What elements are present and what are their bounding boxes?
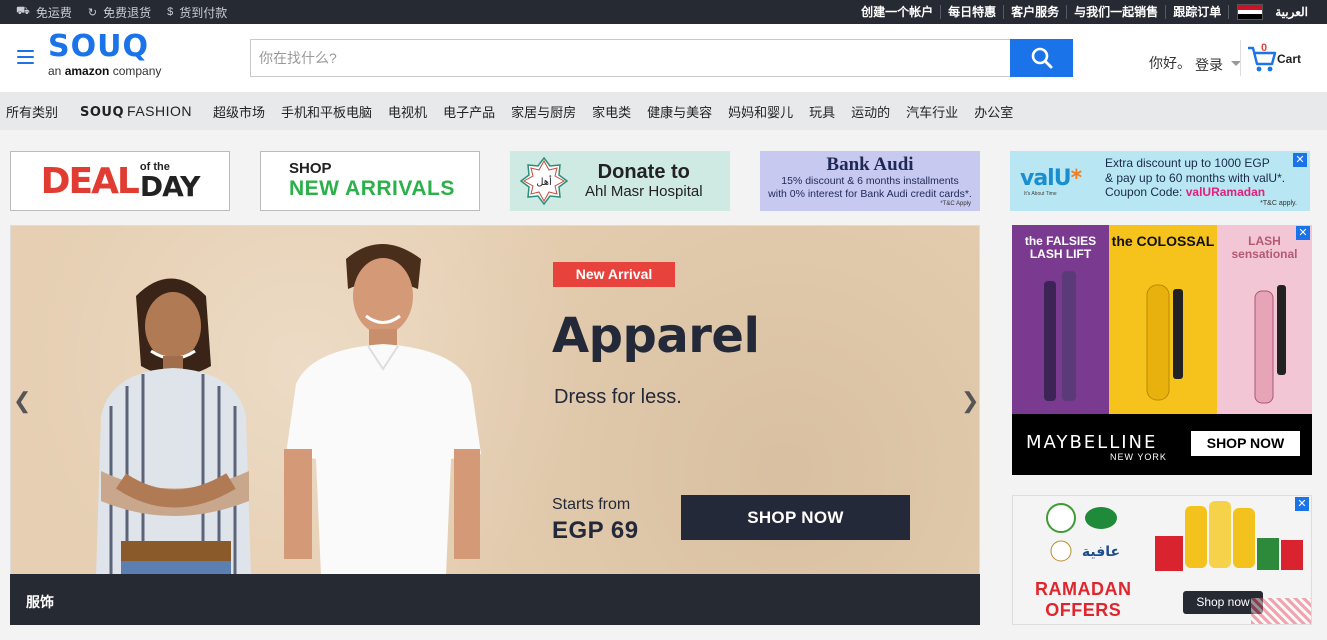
nav-item[interactable]: 电视机 <box>380 102 435 121</box>
nav-item[interactable]: 超级市场 <box>205 102 273 121</box>
ad-product-falsies: the FALSIES LASH LIFT <box>1012 225 1109 414</box>
cart-count: 0 <box>1261 42 1268 54</box>
ramadan-offers-ad[interactable]: عافية RAMADAN OFFERS Shop now ✕ <box>1012 495 1312 625</box>
hero-subtitle: Dress for less. <box>554 386 682 408</box>
close-icon[interactable]: ✕ <box>1296 226 1310 240</box>
svg-text:عافية: عافية <box>1082 544 1120 560</box>
deal-of-the-day-banner[interactable]: DEAL of the DAY <box>10 151 230 211</box>
nav-item[interactable]: 汽车行业 <box>898 102 966 121</box>
login-link[interactable]: 登录 <box>1195 55 1223 75</box>
valu-banner[interactable]: valU* It's About Time Extra discount up … <box>1010 151 1310 211</box>
nav-item[interactable]: 运动的 <box>843 102 898 121</box>
category-nav: 所有类别 SOUQ FASHION 超级市场 手机和平板电脑 电视机 电子产品 家… <box>0 92 1327 130</box>
donate-banner[interactable]: أهل Donate to Ahl Masr Hospital <box>510 151 730 211</box>
valu-logo: valU* <box>1020 166 1082 191</box>
nav-item[interactable]: 玩具 <box>801 102 843 121</box>
cart-label: Cart <box>1277 52 1302 66</box>
top-links: 创建一个帐户 每日特惠 客户服务 与我们一起销售 跟踪订单 العربية <box>854 0 1315 24</box>
search-bar <box>250 39 1073 77</box>
nav-item[interactable]: 手机和平板电脑 <box>273 102 380 121</box>
maybelline-ad[interactable]: the FALSIES LASH LIFT the COLOSSAL LASH … <box>1012 225 1312 475</box>
search-input[interactable] <box>250 39 1010 77</box>
model-man-image <box>284 244 481 574</box>
logo-tagline: an amazon company <box>48 64 162 78</box>
dollar-icon: $ <box>167 6 174 18</box>
hospital-emblem-icon: أهل <box>519 156 569 206</box>
search-icon <box>1031 47 1052 69</box>
truck-icon: ⛟ <box>16 5 30 17</box>
refresh-icon: ↻ <box>87 6 98 19</box>
greeting: 你好。 <box>1149 55 1191 71</box>
souq-logo[interactable]: SOUQ an amazon company <box>48 32 168 82</box>
svg-text:أهل: أهل <box>536 175 552 188</box>
hero-carousel[interactable]: ❮ ❯ New Arrival Apparel Dress for less. … <box>10 225 980 575</box>
egypt-flag-icon[interactable] <box>1237 4 1264 20</box>
track-order-link[interactable]: 跟踪订单 <box>1166 5 1230 19</box>
menu-icon[interactable] <box>17 50 34 64</box>
ad-product-lash-sensational: LASH sensational <box>1217 225 1312 414</box>
benefit-free-shipping[interactable]: ⛟ 免运费 <box>16 4 72 21</box>
cart-button[interactable]: 0 Cart <box>1247 42 1322 74</box>
customer-service-link[interactable]: 客户服务 <box>1004 5 1068 19</box>
nav-item[interactable]: 家电类 <box>584 102 639 121</box>
benefit-free-returns[interactable]: ↻ 免费退货 <box>88 4 151 21</box>
chevron-right-icon[interactable]: ❯ <box>961 388 979 414</box>
ad-shop-now-button[interactable]: SHOP NOW <box>1191 431 1300 456</box>
site-header: SOUQ an amazon company 你好。 登录 0 Cart <box>0 24 1327 92</box>
model-woman-image <box>96 278 251 574</box>
shop-now-button[interactable]: SHOP NOW <box>681 495 910 540</box>
top-benefits: ⛟ 免运费 ↻ 免费退货 $ 货到付款 <box>16 0 227 24</box>
new-arrivals-banner[interactable]: SHOP NEW ARRIVALS <box>260 151 480 211</box>
top-bar: ⛟ 免运费 ↻ 免费退货 $ 货到付款 创建一个帐户 每日特惠 客户服务 与我们一起销… <box>0 0 1327 24</box>
nav-item[interactable]: 妈妈和婴儿 <box>720 102 801 121</box>
daily-deals-link[interactable]: 每日特惠 <box>941 5 1005 19</box>
ad-product-colossal: the COLOSSAL <box>1109 225 1217 414</box>
language-switch[interactable]: العربية <box>1271 5 1315 19</box>
sell-with-us-link[interactable]: 与我们一起销售 <box>1067 5 1167 19</box>
nav-item[interactable]: 办公室 <box>966 102 1021 121</box>
close-icon[interactable]: ✕ <box>1293 153 1307 167</box>
ramadan-offers-text: RAMADAN OFFERS <box>1035 579 1132 620</box>
brand-logos-image: عافية <box>1046 501 1303 571</box>
valu-text: Extra discount up to 1000 EGP & pay up t… <box>1105 156 1286 199</box>
new-arrival-badge: New Arrival <box>553 262 675 287</box>
bank-audi-banner[interactable]: Bank Audi 15% discount & 6 months instal… <box>760 151 980 211</box>
nav-item[interactable]: 电子产品 <box>435 102 503 121</box>
maybelline-logo: MAYBELLINE <box>1026 432 1158 453</box>
create-account-link[interactable]: 创建一个帐户 <box>854 5 942 19</box>
hero-price: EGP 69 <box>552 517 639 544</box>
benefit-cod[interactable]: $ 货到付款 <box>167 4 227 21</box>
divider <box>1240 40 1241 76</box>
close-icon[interactable]: ✕ <box>1295 497 1309 511</box>
nav-all-categories[interactable]: 所有类别 <box>0 102 72 121</box>
search-button[interactable] <box>1010 39 1073 77</box>
chevron-left-icon[interactable]: ❮ <box>13 388 31 414</box>
starts-from-label: Starts from <box>552 496 631 513</box>
hero-title: Apparel <box>552 308 760 364</box>
nav-item[interactable]: 家居与厨房 <box>503 102 584 121</box>
nav-souq-fashion[interactable]: SOUQ FASHION <box>72 103 205 120</box>
account-menu[interactable]: 你好。 登录 <box>1149 51 1241 75</box>
nav-item[interactable]: 健康与美容 <box>639 102 720 121</box>
carousel-caption[interactable]: 服饰 <box>10 574 980 625</box>
